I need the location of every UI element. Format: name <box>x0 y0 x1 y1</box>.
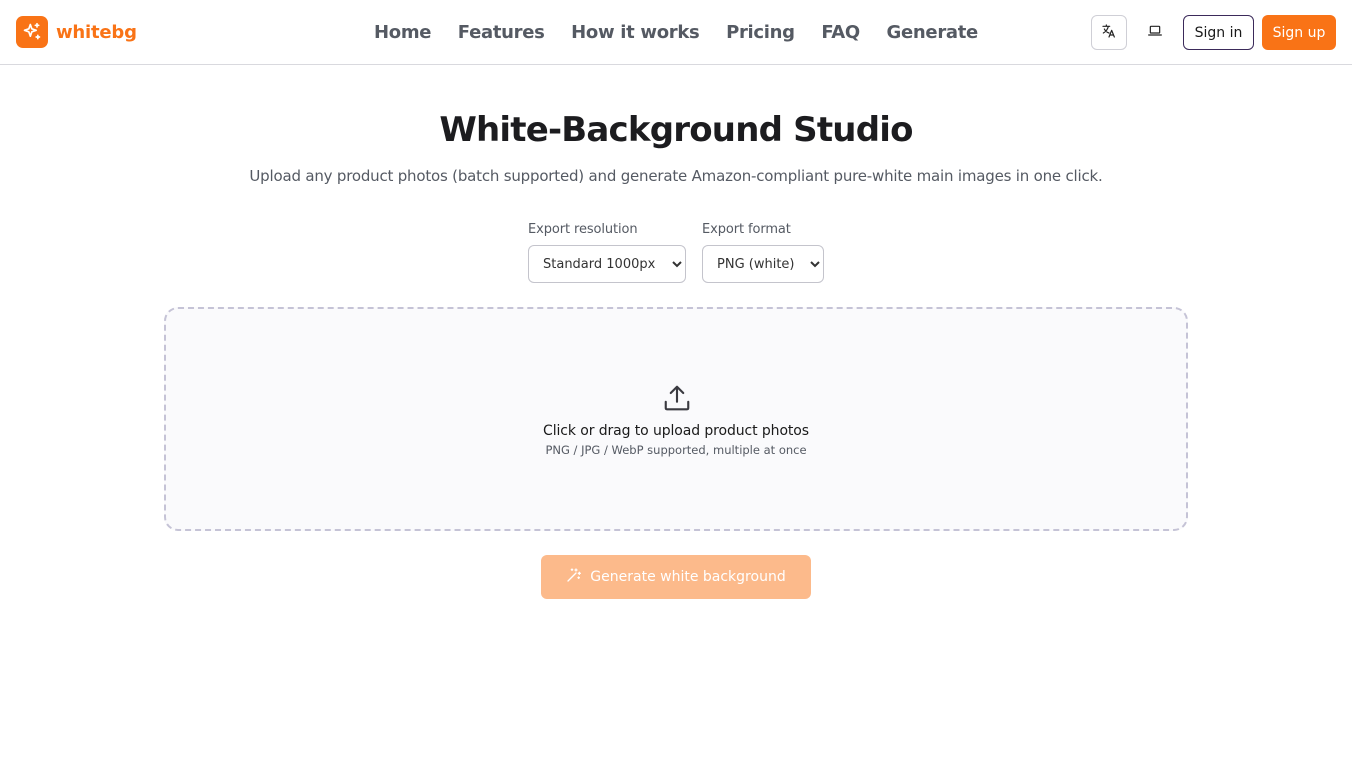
nav-generate[interactable]: Generate <box>887 22 979 43</box>
magic-wand-icon <box>566 567 582 587</box>
nav-pricing[interactable]: Pricing <box>726 22 795 43</box>
dropzone-hint: PNG / JPG / WebP supported, multiple at … <box>545 443 807 457</box>
nav-faq[interactable]: FAQ <box>821 22 860 43</box>
format-select[interactable]: PNG (white) <box>702 245 824 283</box>
generate-button[interactable]: Generate white background <box>541 555 811 599</box>
translate-icon <box>1101 23 1117 42</box>
sparkles-icon <box>16 16 48 48</box>
generate-button-label: Generate white background <box>590 569 786 585</box>
format-field: Export format PNG (white) <box>702 222 824 283</box>
nav-how-it-works[interactable]: How it works <box>571 22 700 43</box>
language-button[interactable] <box>1091 15 1127 50</box>
format-label: Export format <box>702 222 791 237</box>
sign-in-button[interactable]: Sign in <box>1183 15 1254 50</box>
sign-up-button[interactable]: Sign up <box>1262 15 1336 50</box>
main-nav: Home Features How it works Pricing FAQ G… <box>374 0 978 64</box>
theme-toggle-button[interactable] <box>1137 15 1173 50</box>
upload-dropzone[interactable]: Click or drag to upload product photos P… <box>164 307 1188 531</box>
resolution-select[interactable]: Standard 1000px <box>528 245 686 283</box>
resolution-label: Export resolution <box>528 222 638 237</box>
laptop-icon <box>1147 23 1163 42</box>
page-title: White-Background Studio <box>439 110 913 150</box>
site-header: whitebg Home Features How it works Prici… <box>0 0 1352 65</box>
brand-name: whitebg <box>56 21 137 43</box>
dropzone-title: Click or drag to upload product photos <box>543 423 809 439</box>
upload-icon <box>662 383 692 413</box>
nav-home[interactable]: Home <box>374 22 432 43</box>
nav-features[interactable]: Features <box>458 22 545 43</box>
page-subtitle: Upload any product photos (batch support… <box>249 167 1103 185</box>
resolution-field: Export resolution Standard 1000px <box>528 222 686 283</box>
brand-link[interactable]: whitebg <box>16 16 137 48</box>
